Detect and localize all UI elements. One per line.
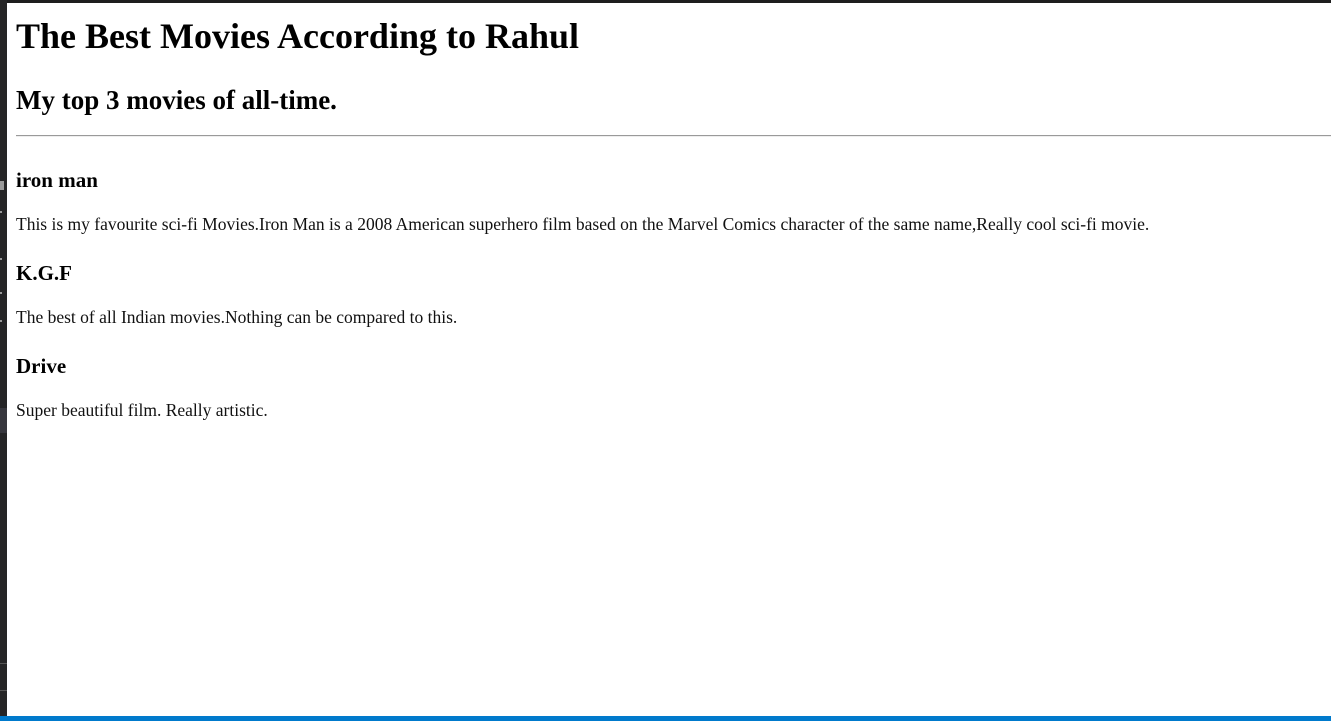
- page-subtitle: My top 3 movies of all-time.: [16, 85, 337, 115]
- status-bar: [0, 716, 1331, 721]
- panel-glyph: [0, 258, 2, 260]
- editor-side-panel-edge: [0, 0, 7, 721]
- panel-divider: [0, 690, 7, 691]
- panel-glyph: [0, 181, 4, 190]
- panel-highlight: [0, 408, 7, 433]
- movie-title-drive: Drive: [16, 354, 67, 378]
- movie-description-kgf: The best of all Indian movies.Nothing ca…: [16, 307, 458, 327]
- movie-title-kgf: K.G.F: [16, 261, 72, 285]
- movie-description-drive: Super beautiful film. Really artistic.: [16, 400, 268, 420]
- movie-description-iron-man: This is my favourite sci-fi Movies.Iron …: [16, 214, 1150, 234]
- panel-glyph: [0, 292, 2, 294]
- panel-glyph: [0, 320, 2, 322]
- panel-divider: [0, 663, 7, 664]
- horizontal-rule: [16, 135, 1331, 137]
- movie-title-iron-man: iron man: [16, 168, 98, 192]
- browser-preview-page[interactable]: The Best Movies According to Rahul My to…: [7, 3, 1331, 716]
- panel-glyph: [0, 211, 2, 213]
- page-title: The Best Movies According to Rahul: [16, 16, 579, 56]
